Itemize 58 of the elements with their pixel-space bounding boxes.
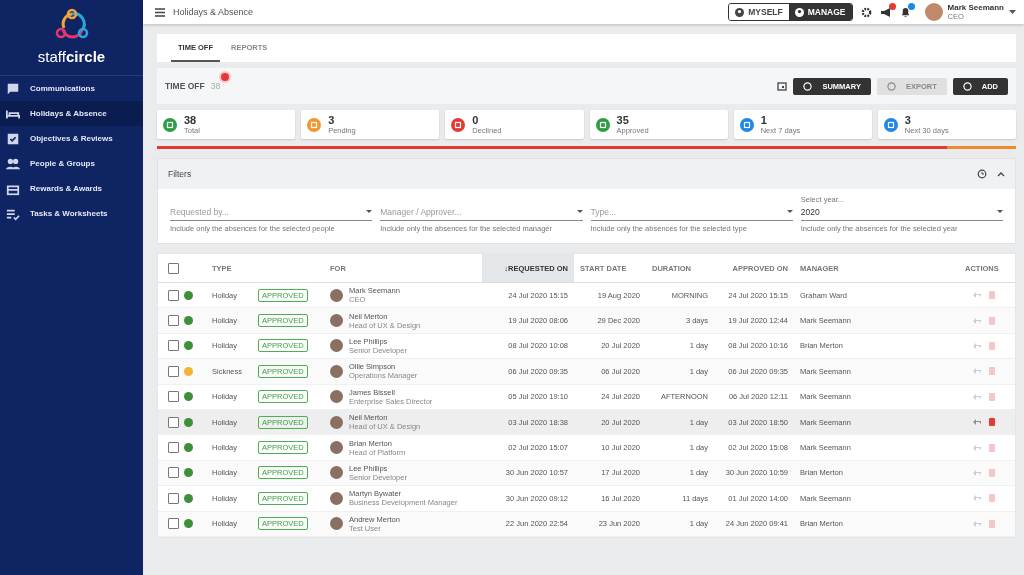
avatar-icon [330, 339, 343, 353]
settings-icon[interactable] [860, 6, 872, 18]
avatar-icon [330, 364, 343, 378]
avatar-icon [330, 390, 343, 404]
menu-icon[interactable] [155, 7, 165, 17]
checkbox[interactable] [168, 442, 179, 454]
user-icon [735, 7, 745, 17]
checkbox[interactable] [168, 315, 179, 327]
stat-value: 3 [904, 114, 912, 126]
checkbox[interactable] [168, 340, 179, 352]
avatar-icon [330, 314, 343, 328]
notification-dot [221, 73, 230, 81]
user-name: Mark Seemann [947, 3, 1004, 12]
avatar-icon[interactable] [924, 3, 943, 21]
avatar-icon [330, 491, 343, 505]
count-text: 38 [210, 81, 221, 91]
dropdown-field[interactable]: 2020 [800, 204, 1003, 221]
avatar-icon [330, 441, 343, 455]
avatar-icon [330, 517, 343, 531]
reset-icon[interactable] [977, 169, 987, 179]
sidebar-item[interactable]: Holidays & Absence [0, 101, 143, 126]
stat-value: 0 [472, 114, 480, 126]
checkbox[interactable] [168, 518, 179, 530]
stat-value: 3 [328, 114, 336, 126]
section-title: TIME OFF [165, 81, 205, 91]
sidebar-item[interactable]: Rewards & Awards [0, 176, 143, 201]
avatar-icon [330, 415, 343, 429]
checkbox[interactable] [168, 416, 179, 428]
caret-icon [576, 210, 583, 214]
checkbox[interactable] [168, 289, 179, 301]
avatar-icon [330, 466, 343, 480]
page-title: Holidays & Absence [173, 7, 255, 17]
sidebar-item[interactable]: People & Groups [0, 151, 143, 176]
sidebar-item[interactable]: Objectives & Reviews [0, 126, 143, 151]
stat-value: 1 [760, 114, 768, 126]
check-icon [6, 131, 20, 146]
checkbox[interactable] [168, 262, 179, 274]
sidebar-item[interactable]: Tasks & Worksheets [0, 201, 143, 226]
checkbox[interactable] [168, 365, 179, 377]
calendar-icon[interactable] [777, 81, 788, 91]
avatar-icon [330, 288, 343, 302]
caret-icon [997, 210, 1003, 214]
stat-value: 38 [184, 114, 198, 126]
caret-icon [366, 210, 373, 214]
reply-icon[interactable] [973, 419, 981, 426]
caret-icon [786, 210, 793, 214]
filters-title: Filters [168, 169, 192, 179]
checkbox[interactable] [168, 391, 179, 403]
logo-text: staffcircle [37, 48, 106, 65]
caret-icon[interactable] [1009, 9, 1016, 15]
checkbox[interactable] [168, 467, 179, 479]
checkbox[interactable] [168, 492, 179, 504]
stat-value: 35 [616, 114, 630, 126]
mode-toggle[interactable]: MANAGE [788, 4, 852, 20]
chat-icon [6, 81, 20, 96]
chevron-up-icon[interactable] [997, 171, 1005, 177]
sidebar-item[interactable]: Communications [0, 76, 143, 101]
delete-icon[interactable] [989, 418, 995, 427]
